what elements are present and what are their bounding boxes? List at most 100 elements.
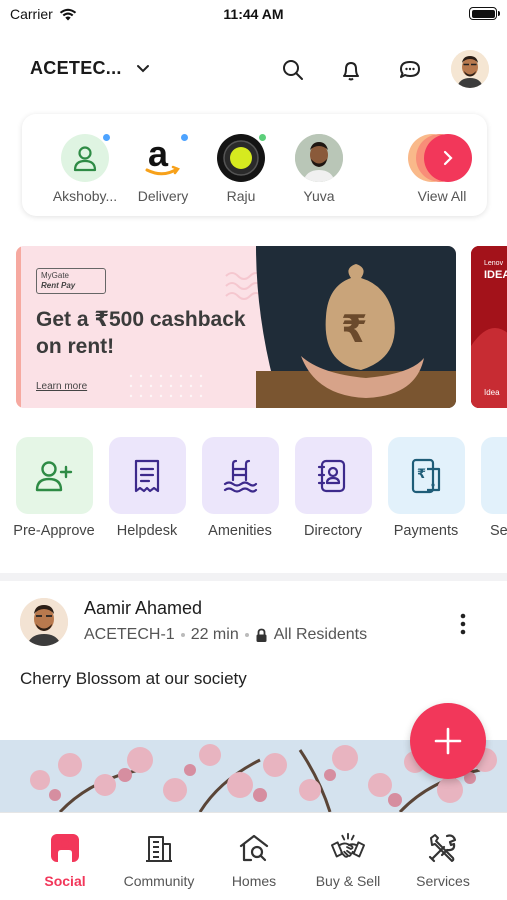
status-time: 11:44 AM [223, 6, 284, 22]
person-icon [61, 134, 110, 182]
visitor-label: Yuva [303, 188, 335, 204]
pool-icon [201, 437, 279, 514]
svg-text:₹: ₹ [341, 307, 367, 351]
lock-icon [256, 628, 267, 642]
contact-book-icon [294, 437, 372, 514]
create-post-button[interactable] [410, 703, 486, 779]
visitor-item[interactable]: Yuva [279, 134, 359, 204]
next-banner-caption: Idea [484, 388, 500, 397]
quick-action-label: Amenities [208, 523, 272, 539]
view-all-visitors[interactable]: View All [397, 134, 477, 204]
tools-icon [426, 831, 460, 865]
bottom-navigation: Social Community Homes Buy & Sell Servic… [0, 812, 507, 900]
nav-social[interactable]: Social [15, 831, 115, 889]
yuva-avatar [295, 134, 343, 182]
svg-text:₹: ₹ [417, 467, 426, 482]
visitors-card: Akshoby... a Delivery Raju Yuva View All [22, 114, 487, 216]
learn-more-link[interactable]: Learn more [36, 381, 87, 392]
status-dot [181, 134, 188, 141]
post-more-button[interactable] [453, 612, 473, 636]
post-author-name[interactable]: Aamir Ahamed [84, 598, 202, 619]
status-bar: Carrier 11:44 AM [0, 0, 507, 28]
building-icon [142, 831, 176, 865]
visitor-item[interactable]: Raju [201, 134, 281, 204]
next-banner-brand: Lenov [484, 260, 504, 267]
chat-icon [400, 61, 420, 78]
meta-separator [244, 633, 249, 637]
receipt-icon [108, 437, 186, 514]
helpdesk-button[interactable]: Helpdesk [99, 437, 195, 539]
post-society: ACETECH-1 [84, 626, 175, 643]
society-name: ACETEC... [30, 58, 122, 78]
section-divider [0, 573, 507, 581]
bell-icon [343, 62, 359, 81]
logo-line-2: Rent Pay [41, 281, 76, 290]
nav-buy-sell[interactable]: Buy & Sell [298, 831, 398, 889]
visitor-label: Raju [226, 188, 256, 204]
directory-button[interactable]: Directory [285, 437, 381, 539]
status-dot [337, 134, 343, 141]
view-all-label: View All [417, 188, 467, 204]
quick-action-label: Directory [303, 523, 362, 539]
meta-separator [180, 633, 185, 637]
rent-pay-logo: MyGate Rent Pay [36, 268, 106, 294]
quick-actions-row: Pre-Approve Helpdesk Amenities Directory… [0, 437, 507, 547]
raju-avatar [217, 134, 266, 182]
visitor-item[interactable]: a Delivery [123, 134, 203, 204]
social-icon [48, 831, 82, 865]
nav-homes[interactable]: Homes [204, 831, 304, 889]
next-banner[interactable]: Lenov IDEA Idea [471, 246, 507, 408]
handshake-icon [331, 831, 365, 865]
view-all-stack [402, 134, 472, 182]
chevron-right-icon [424, 134, 472, 182]
settings-icon [481, 437, 507, 514]
author-photo-icon [20, 598, 68, 646]
plus-icon [434, 727, 462, 755]
more-vertical-icon [460, 613, 466, 635]
home-search-icon [237, 831, 271, 865]
quick-action-label: Pre-Approve [13, 523, 95, 539]
amazon-logo: a [139, 134, 188, 182]
post-time: 22 min [190, 626, 239, 643]
banner-title: Get a ₹500 cashback on rent! [36, 308, 246, 358]
visitor-label: Delivery [137, 188, 189, 204]
search-icon [283, 60, 303, 80]
nav-label: Services [416, 873, 470, 889]
battery-icon [469, 7, 500, 20]
nav-label: Community [123, 873, 195, 889]
amenities-button[interactable]: Amenities [192, 437, 288, 539]
messages-button[interactable] [396, 56, 424, 84]
next-banner-title: IDEA [484, 269, 507, 281]
nav-services[interactable]: Services [393, 831, 493, 889]
nav-label: Social [44, 873, 86, 889]
visitor-item[interactable]: Akshoby... [45, 134, 125, 204]
society-selector[interactable]: ACETEC... [30, 58, 150, 79]
status-dot [103, 134, 110, 141]
post-meta: ACETECH-1 22 min All Residents [84, 626, 367, 644]
profile-avatar[interactable] [451, 50, 489, 88]
quick-action-label: Payments [393, 523, 459, 539]
nav-label: Homes [231, 873, 277, 889]
chevron-down-icon [136, 65, 149, 73]
rupee-phone-icon: ₹ [387, 437, 465, 514]
payments-button[interactable]: ₹ Payments [378, 437, 474, 539]
post-text: Cherry Blossom at our society [20, 669, 247, 688]
status-dot [259, 134, 266, 141]
rent-cashback-banner[interactable]: ₹ MyGate Rent Pay Get a ₹500 cashback on… [16, 246, 456, 408]
quick-action-label: Helpdesk [116, 523, 178, 539]
logo-line-1: MyGate [41, 271, 70, 280]
user-photo-icon [451, 50, 489, 88]
svg-text:a: a [148, 136, 169, 174]
post-author-avatar[interactable] [20, 598, 68, 646]
nav-label: Buy & Sell [315, 873, 381, 889]
post-visibility: All Residents [273, 626, 368, 643]
top-header: ACETEC... [0, 48, 507, 94]
services-quick-button[interactable]: Se [471, 437, 507, 539]
visitor-label: Akshoby... [52, 188, 118, 204]
search-button[interactable] [279, 56, 307, 84]
add-user-icon [15, 437, 93, 514]
pre-approve-button[interactable]: Pre-Approve [6, 437, 102, 539]
notifications-button[interactable] [337, 56, 365, 84]
quick-action-label: Se [490, 523, 507, 539]
nav-community[interactable]: Community [109, 831, 209, 889]
